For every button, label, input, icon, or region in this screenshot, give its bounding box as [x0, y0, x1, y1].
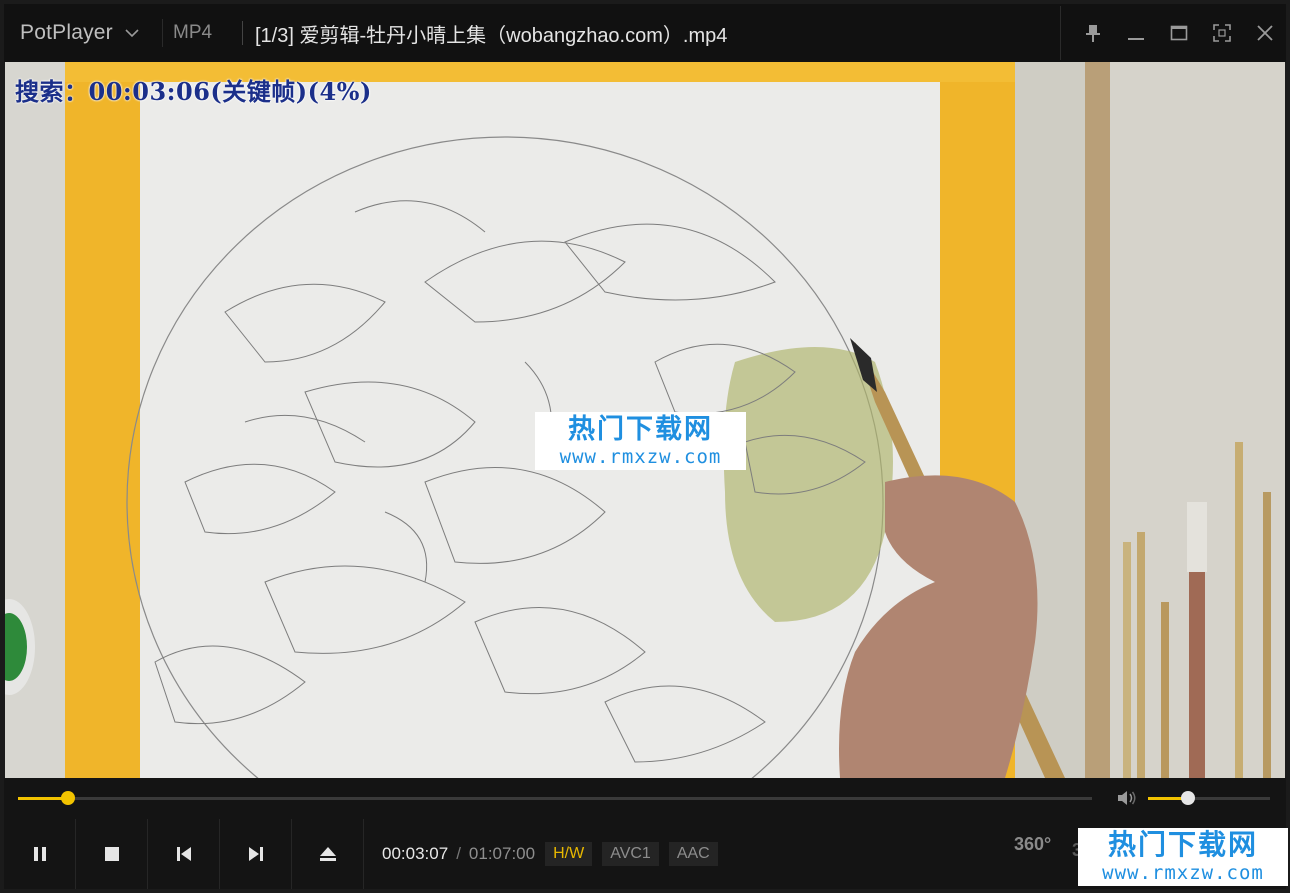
eject-icon	[319, 846, 336, 861]
seek-osd-text: 搜索：00:03:06(关键帧)(4%)	[15, 77, 372, 106]
seek-row	[0, 778, 1290, 818]
hw-decoder-badge[interactable]: H/W	[545, 841, 593, 866]
video-codec-badge[interactable]: AVC1	[602, 841, 659, 866]
window-controls	[1060, 6, 1286, 60]
audio-codec-badge[interactable]: AAC	[668, 841, 718, 866]
watermark-center: 热门下载网 www.rmxzw.com	[535, 412, 746, 470]
current-time: 00:03:07	[382, 843, 449, 863]
watermark-url: www.rmxzw.com	[1102, 862, 1264, 884]
next-icon	[248, 846, 263, 861]
vr-360-button[interactable]: 360°	[1014, 834, 1058, 870]
minimize-icon	[1127, 38, 1144, 40]
stop-button[interactable]	[76, 818, 148, 889]
file-format: MP4	[162, 19, 242, 47]
pause-icon	[33, 846, 46, 861]
time-display: 00:03:07 / 01:07:00 H/W AVC1 AAC	[364, 819, 718, 889]
window-title: [1/3] 爱剪辑-牡丹小晴上集（wobangzhao.com）.mp4	[255, 24, 728, 47]
volume-slider[interactable]	[1148, 791, 1270, 805]
fullscreen-button[interactable]	[1200, 13, 1243, 53]
watermark-cn: 热门下载网	[568, 414, 713, 444]
time-separator: /	[456, 843, 461, 863]
app-name: PotPlayer	[20, 21, 113, 44]
maximize-button[interactable]	[1157, 13, 1200, 53]
close-button[interactable]	[1243, 13, 1286, 53]
previous-button[interactable]	[148, 818, 220, 889]
close-icon	[1256, 25, 1273, 41]
pause-button[interactable]	[4, 818, 76, 889]
chevron-down-icon	[125, 29, 139, 38]
open-file-button[interactable]	[292, 818, 364, 889]
maximize-icon	[1170, 25, 1187, 41]
control-bar: 00:03:07 / 01:07:00 H/W AVC1 AAC 360° 3D…	[0, 818, 1290, 893]
seek-handle[interactable]	[60, 791, 75, 805]
pin-icon	[1085, 25, 1100, 42]
volume-handle[interactable]	[1181, 791, 1196, 805]
minimize-button[interactable]	[1114, 13, 1157, 53]
fullscreen-icon	[1212, 24, 1231, 42]
next-button[interactable]	[220, 818, 292, 889]
stop-icon	[104, 846, 119, 861]
divider	[242, 21, 243, 45]
watermark-cn: 热门下载网	[1107, 829, 1258, 860]
title-bar: PotPlayer MP4 [1/3] 爱剪辑-牡丹小晴上集（wobangzha…	[0, 0, 1290, 62]
video-area[interactable]: 搜索：00:03:06(关键帧)(4%) 热门下载网 www.rmxzw.com	[5, 62, 1285, 778]
app-menu-button[interactable]: PotPlayer	[4, 6, 162, 60]
volume-icon[interactable]	[1116, 788, 1138, 808]
seek-bar[interactable]	[18, 791, 1092, 805]
total-time[interactable]: 01:07:00	[469, 844, 535, 864]
previous-icon	[176, 846, 191, 861]
watermark-url: www.rmxzw.com	[559, 446, 722, 468]
pin-button[interactable]	[1071, 13, 1114, 53]
vr-360-label: 360°	[1014, 834, 1052, 854]
watermark-corner: 热门下载网 www.rmxzw.com	[1078, 828, 1288, 886]
